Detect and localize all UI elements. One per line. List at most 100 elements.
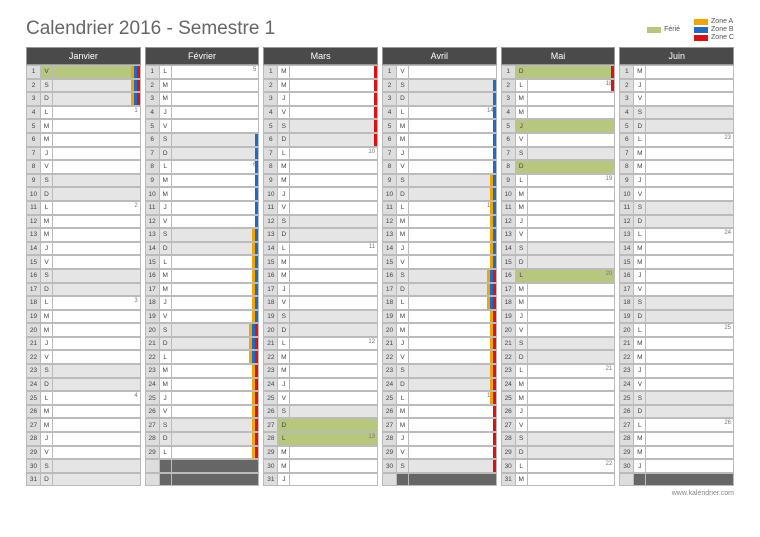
- day-number: 12: [501, 215, 515, 229]
- day-letter: S: [277, 405, 289, 419]
- day-cell: [527, 350, 616, 364]
- day-number: 16: [145, 269, 159, 283]
- day-letter: M: [159, 187, 171, 201]
- day-number: 8: [382, 160, 396, 174]
- day-cell: [52, 473, 141, 487]
- day-cell: [289, 323, 378, 337]
- day-letter: S: [40, 459, 52, 473]
- day-row: 17J: [263, 283, 378, 297]
- day-number: 11: [382, 201, 396, 215]
- day-letter: M: [159, 378, 171, 392]
- day-row: 17V: [619, 283, 734, 297]
- day-letter: M: [396, 310, 408, 324]
- day-cell: [52, 119, 141, 133]
- day-number: 1: [26, 65, 40, 79]
- day-letter: D: [396, 378, 408, 392]
- day-row: 2M: [263, 79, 378, 93]
- day-cell: [289, 350, 378, 364]
- zone-bar-c: [493, 311, 496, 323]
- day-letter: D: [633, 405, 645, 419]
- day-number: 30: [382, 459, 396, 473]
- day-number: 28: [145, 432, 159, 446]
- zone-bar-c: [493, 284, 496, 296]
- day-row: 21L12: [263, 337, 378, 351]
- day-number: 19: [145, 310, 159, 324]
- day-number: 16: [501, 269, 515, 283]
- zone-bar-c: [374, 93, 377, 105]
- day-number: 2: [26, 79, 40, 93]
- day-row: 4L1: [26, 106, 141, 120]
- day-letter: L: [515, 364, 527, 378]
- day-number: 5: [501, 119, 515, 133]
- day-letter: J: [159, 296, 171, 310]
- day-cell: [289, 133, 378, 147]
- day-cell: [408, 418, 497, 432]
- day-number: 9: [26, 174, 40, 188]
- day-letter: S: [633, 391, 645, 405]
- zone-bar-b: [493, 107, 496, 119]
- day-row: 7L10: [263, 147, 378, 161]
- day-letter: J: [396, 337, 408, 351]
- day-cell: [171, 432, 260, 446]
- day-number: 10: [619, 187, 633, 201]
- zone-bar-c: [255, 406, 258, 418]
- day-row: 21S: [501, 337, 616, 351]
- day-row: 3M: [145, 92, 260, 106]
- day-number: 9: [501, 174, 515, 188]
- day-letter: J: [40, 147, 52, 161]
- day-letter: J: [633, 459, 645, 473]
- day-row: 19S: [263, 310, 378, 324]
- day-cell: [527, 473, 616, 487]
- day-letter: V: [277, 391, 289, 405]
- day-number: 18: [382, 296, 396, 310]
- day-number: 21: [145, 337, 159, 351]
- day-letter: L: [159, 350, 171, 364]
- day-number: 29: [145, 446, 159, 460]
- day-number: 6: [619, 133, 633, 147]
- day-row: 16S: [26, 269, 141, 283]
- day-letter: M: [515, 201, 527, 215]
- day-number: 30: [501, 459, 515, 473]
- day-row: 9J: [619, 174, 734, 188]
- day-cell: [171, 174, 260, 188]
- day-row: 13L24: [619, 228, 734, 242]
- zone-bar-b: [255, 256, 258, 268]
- day-cell: [171, 92, 260, 106]
- day-letter: M: [396, 405, 408, 419]
- day-letter: L: [159, 160, 171, 174]
- day-cell: [645, 106, 734, 120]
- calendar-grid: Janvier1V2S3D4L15M6M7J8V9S10D11L212M13M1…: [26, 47, 734, 486]
- day-letter: D: [515, 65, 527, 79]
- zone-bar-b: [493, 161, 496, 173]
- day-letter: S: [159, 418, 171, 432]
- day-number: 13: [619, 228, 633, 242]
- day-letter: J: [277, 92, 289, 106]
- day-cell: [645, 446, 734, 460]
- day-row: 16J: [619, 269, 734, 283]
- zone-bar-b: [255, 148, 258, 160]
- day-letter: V: [396, 255, 408, 269]
- day-cell: [527, 92, 616, 106]
- day-row: 8V: [382, 160, 497, 174]
- day-number: 9: [619, 174, 633, 188]
- day-number: 14: [619, 242, 633, 256]
- day-row: 23S: [382, 364, 497, 378]
- day-row: 1L5: [145, 65, 260, 79]
- day-number: 5: [382, 119, 396, 133]
- day-cell: 7: [171, 255, 260, 269]
- day-cell: 1: [52, 106, 141, 120]
- day-cell: [527, 432, 616, 446]
- day-row: 15L7: [145, 255, 260, 269]
- day-number: 8: [619, 160, 633, 174]
- day-row: 15V: [382, 255, 497, 269]
- day-cell: [645, 310, 734, 324]
- day-cell: [171, 269, 260, 283]
- day-letter: L: [159, 255, 171, 269]
- day-letter: S: [396, 174, 408, 188]
- week-number: 20: [606, 271, 613, 277]
- day-letter: S: [277, 310, 289, 324]
- day-row: 25J: [145, 391, 260, 405]
- day-row: 23J: [619, 364, 734, 378]
- day-number: 2: [619, 79, 633, 93]
- day-number: 23: [26, 364, 40, 378]
